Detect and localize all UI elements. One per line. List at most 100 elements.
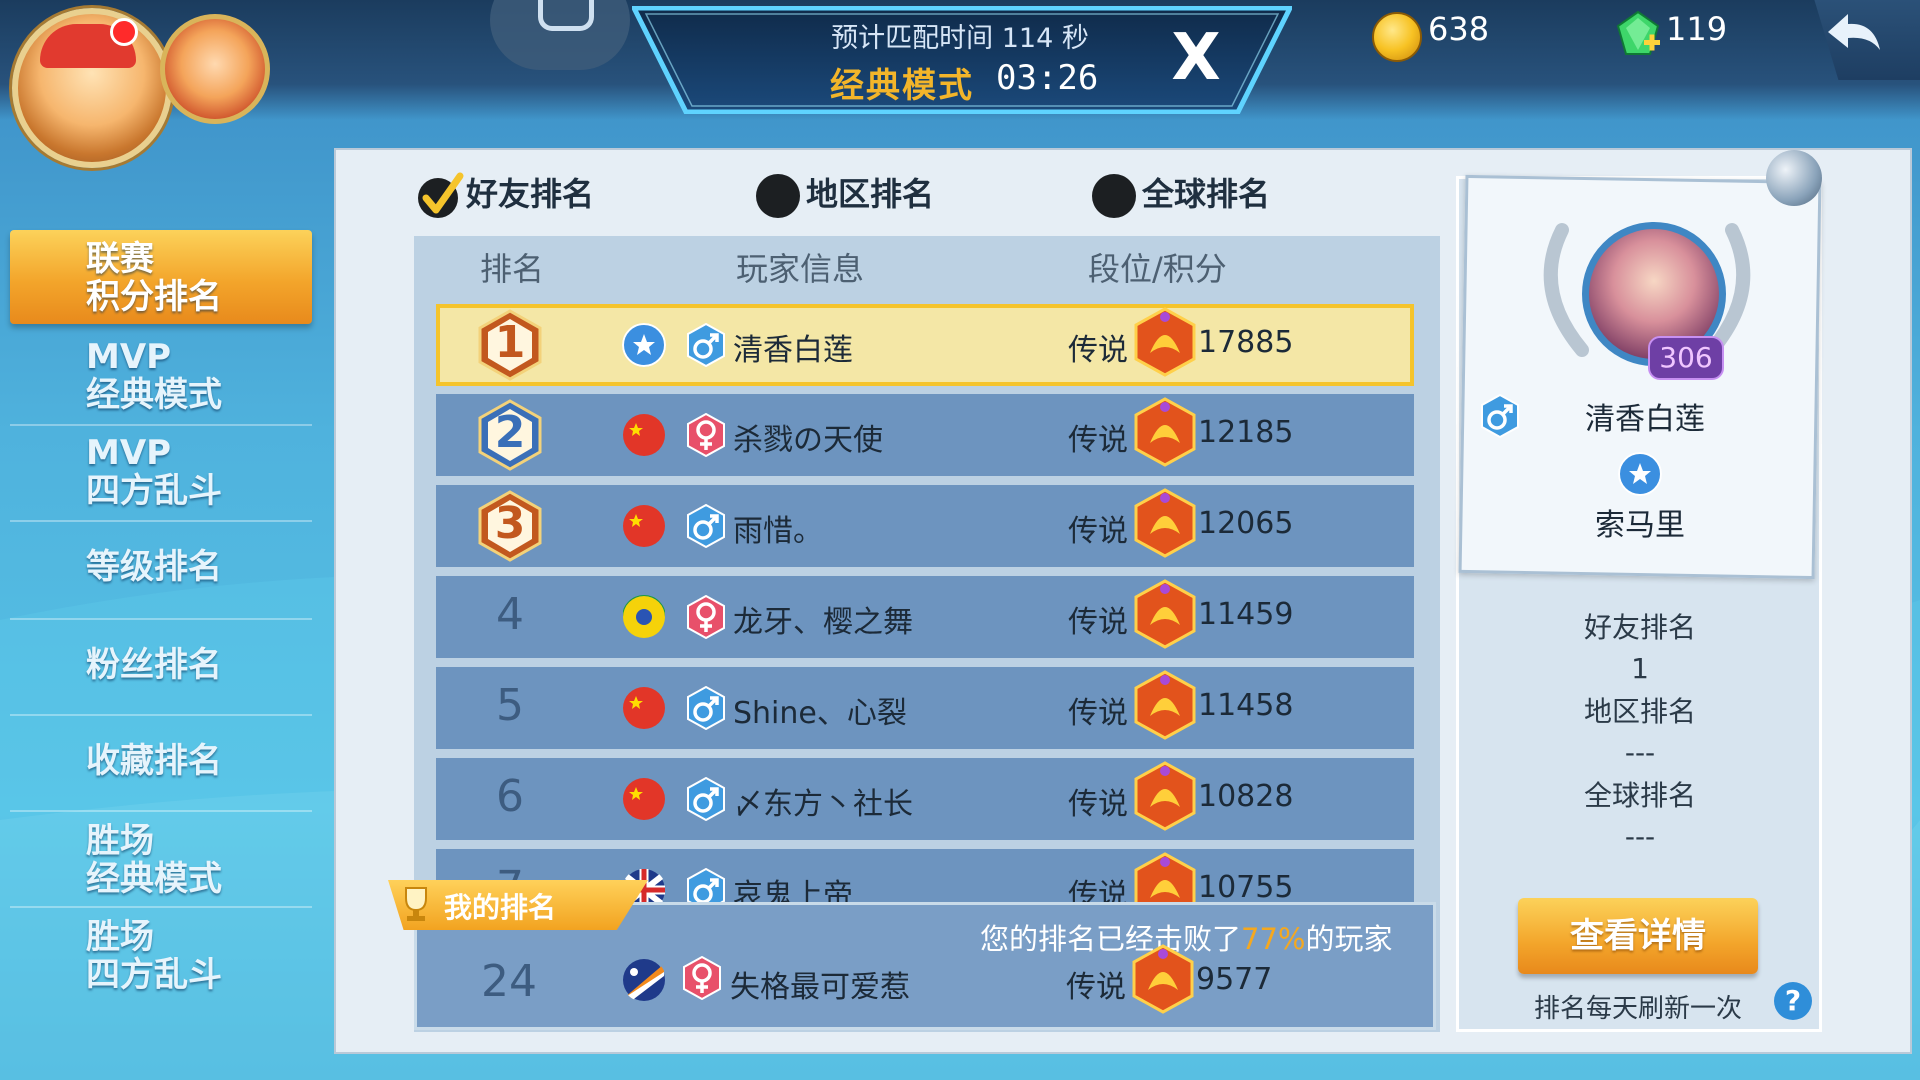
cancel-match-button[interactable]: X <box>1160 22 1232 94</box>
sidebar-label: 等级排名 <box>86 547 222 587</box>
coin-count: 638 <box>1428 10 1490 48</box>
radio-dot-icon <box>1092 174 1136 218</box>
view-details-button[interactable]: 查看详情 <box>1518 898 1758 974</box>
beat-suffix: 的玩家 <box>1305 922 1393 956</box>
refresh-note: 排名每天刷新一次 <box>1534 994 1743 1024</box>
profile-country: 索马里 <box>1595 508 1685 543</box>
player-name: 杀戮の天使 <box>733 423 883 458</box>
my-rank-number: 24 <box>481 956 537 1007</box>
sidebar-item-fan-rank[interactable]: 粉丝排名 <box>10 646 312 684</box>
my-rank-player-name: 失格最可爱惹 <box>730 970 910 1005</box>
green-gem-icon[interactable] <box>1614 10 1662 58</box>
female-icon <box>687 595 725 639</box>
rank-number: 3 <box>494 498 526 549</box>
male-icon <box>687 504 725 548</box>
male-icon <box>1481 394 1519 438</box>
player-name: Shine、心裂 <box>733 696 907 731</box>
player-score: 10755 <box>1198 870 1294 905</box>
friend-rank-value: 1 <box>1631 652 1649 685</box>
sidebar-label-line2: 四方乱斗 <box>86 471 222 511</box>
rank-number: 2 <box>494 407 526 458</box>
match-timer: 03:26 <box>996 58 1099 98</box>
china-flag-icon <box>623 414 665 456</box>
tab-label: 好友排名 <box>466 175 595 213</box>
sidebar-label-line1: 胜场 <box>86 917 154 957</box>
player-score: 10828 <box>1198 779 1294 814</box>
rank-number: 4 <box>496 589 524 640</box>
chat-tab-icon <box>538 0 594 31</box>
sidebar-divider <box>10 714 312 716</box>
my-rank-label: 我的排名 <box>444 891 557 924</box>
player-score: 11459 <box>1198 597 1294 632</box>
sidebar-divider <box>10 906 312 908</box>
tier-label: 传说 <box>1068 787 1128 822</box>
female-icon <box>683 956 721 1000</box>
legend-tier-icon <box>1132 944 1194 1014</box>
match-estimate: 预计匹配时间 114 秒 <box>831 23 1089 54</box>
back-arrow-icon <box>1828 14 1880 50</box>
sidebar-divider <box>10 520 312 522</box>
sidebar-label-line2: 经典模式 <box>86 859 222 899</box>
legend-tier-icon <box>1134 397 1196 467</box>
sidebar-divider <box>10 810 312 812</box>
sidebar-label: 粉丝排名 <box>86 645 222 685</box>
sidebar-divider <box>10 424 312 426</box>
male-icon <box>687 686 725 730</box>
profile-name: 清香白莲 <box>1585 402 1705 437</box>
match-mode: 经典模式 <box>830 66 974 106</box>
player-score: 12065 <box>1198 506 1294 541</box>
legend-tier-icon <box>1134 761 1196 831</box>
tier-label: 传说 <box>1068 605 1128 640</box>
partner-avatar[interactable] <box>160 14 270 124</box>
star-flag-icon <box>622 323 666 367</box>
china-flag-icon <box>623 778 665 820</box>
player-score: 17885 <box>1198 325 1294 360</box>
column-header-player: 玩家信息 <box>736 250 865 288</box>
sidebar-item-mvp-brawl[interactable]: MVP 四方乱斗 <box>10 434 312 510</box>
sidebar-item-collection-rank[interactable]: 收藏排名 <box>10 742 312 780</box>
rank-number: 1 <box>494 317 526 368</box>
trophy-icon <box>405 887 427 921</box>
sidebar-item-wins-classic[interactable]: 胜场 经典模式 <box>10 822 312 898</box>
sidebar-label-line2: 经典模式 <box>86 375 222 415</box>
player-score: 11458 <box>1198 688 1294 723</box>
sidebar-item-league-score[interactable]: 联赛 积分排名 <box>10 230 312 324</box>
rank-number: 6 <box>496 771 524 822</box>
tab-region-rank[interactable]: 地区排名 <box>756 164 934 224</box>
global-rank-label: 全球排名 <box>1583 779 1696 812</box>
sidebar-label-line1: 胜场 <box>86 821 154 861</box>
beat-percent: 77% <box>1241 922 1306 956</box>
legend-tier-icon <box>1134 307 1196 377</box>
sidebar-item-mvp-classic[interactable]: MVP 经典模式 <box>10 338 312 414</box>
sidebar-label-line1: MVP <box>86 433 172 473</box>
sidebar-label: 收藏排名 <box>86 741 222 781</box>
region-rank-value: --- <box>1624 736 1656 769</box>
help-icon[interactable]: ? <box>1774 982 1812 1020</box>
my-rank-tier: 传说 <box>1066 970 1126 1005</box>
tab-label: 地区排名 <box>806 175 935 213</box>
tab-global-rank[interactable]: 全球排名 <box>1092 164 1270 224</box>
sidebar-item-level-rank[interactable]: 等级排名 <box>10 548 312 586</box>
column-header-tier: 段位/积分 <box>1088 250 1227 288</box>
player-score: 12185 <box>1198 415 1294 450</box>
beat-prefix: 您的排名已经击败了 <box>980 922 1242 956</box>
gold-coin-icon <box>1372 12 1422 62</box>
profile-level-badge: 306 <box>1648 336 1724 380</box>
pin-icon <box>1766 150 1822 206</box>
tier-label: 传说 <box>1068 423 1128 458</box>
legend-tier-icon <box>1134 670 1196 740</box>
sidebar-label-line1: 联赛 <box>86 239 154 279</box>
tab-friend-rank[interactable]: 好友排名 <box>414 164 594 224</box>
radio-dot-icon <box>756 174 800 218</box>
notification-dot-icon <box>110 18 138 46</box>
global-rank-value: --- <box>1624 820 1656 853</box>
tier-label: 传说 <box>1068 333 1128 368</box>
player-name: 雨惜。 <box>733 514 823 549</box>
sidebar-item-wins-brawl[interactable]: 胜场 四方乱斗 <box>10 918 312 994</box>
sidebar-label-line2: 四方乱斗 <box>86 955 222 995</box>
ethiopia-flag-icon <box>623 595 665 639</box>
female-icon <box>687 413 725 457</box>
player-name: 〆东方丶社长 <box>733 787 913 822</box>
male-icon <box>687 323 725 367</box>
male-icon <box>687 777 725 821</box>
